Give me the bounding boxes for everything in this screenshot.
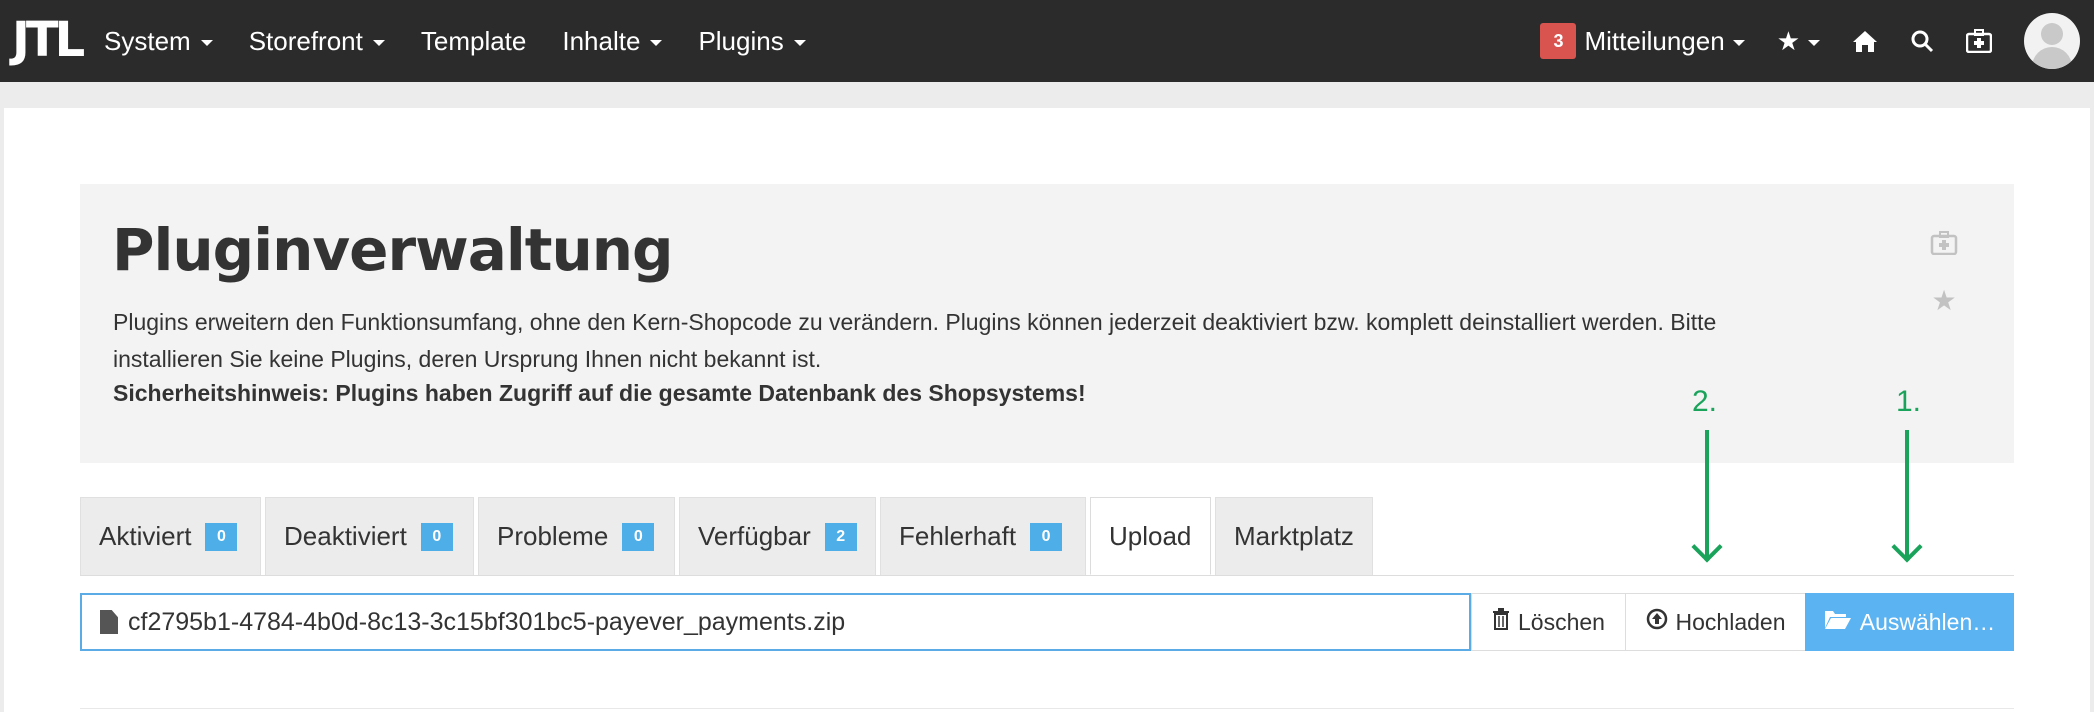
tab-label: Verfügbar: [698, 521, 811, 551]
annotation-step-2: 2.: [1692, 385, 1718, 418]
trash-icon: [1492, 608, 1510, 636]
chevron-down-icon: [1808, 39, 1820, 46]
tab-label: Upload: [1109, 520, 1192, 551]
select-file-button[interactable]: Auswählen…: [1805, 593, 2014, 651]
chevron-down-icon: [1732, 39, 1745, 46]
star-icon[interactable]: ★: [1931, 284, 1956, 317]
tab-aktiviert[interactable]: Aktiviert 0: [80, 497, 261, 575]
annotation-step-1: 1.: [1896, 385, 1922, 418]
home-icon[interactable]: [1852, 29, 1878, 53]
main-menu: System Storefront Template Inhalte Plugi…: [104, 0, 806, 82]
menu-template[interactable]: Template: [421, 26, 527, 57]
chevron-down-icon: [372, 39, 385, 46]
menu-template-label: Template: [420, 25, 527, 56]
page-description: Plugins erweitern den Funktionsumfang, o…: [113, 309, 1717, 372]
menu-inhalte-label: Inhalte: [562, 25, 641, 56]
menu-system-label: System: [104, 25, 191, 56]
file-icon: [100, 610, 118, 634]
tab-count-badge: 0: [420, 522, 453, 551]
notifications-menu[interactable]: 3 Mitteilungen: [1540, 23, 1745, 59]
menu-inhalte[interactable]: Inhalte: [562, 25, 663, 57]
content-divider: [80, 708, 2014, 709]
header-actions: ★: [1930, 230, 1958, 317]
nav-right: 3 Mitteilungen ★: [1540, 0, 2080, 82]
menu-storefront[interactable]: Storefront: [249, 26, 385, 57]
select-file-button-label: Auswählen…: [1859, 608, 1996, 635]
tab-count-badge: 0: [205, 522, 238, 551]
tab-label: Marktplatz: [1234, 521, 1354, 551]
security-warning: Sicherheitshinweis: Plugins haben Zugrif…: [113, 380, 1086, 406]
first-aid-icon[interactable]: [1930, 230, 1958, 262]
star-icon: ★: [1776, 25, 1800, 56]
upload-button-label: Hochladen: [1675, 608, 1786, 635]
avatar-head: [2041, 23, 2063, 45]
tab-marktplatz[interactable]: Marktplatz: [1215, 497, 1373, 575]
delete-button-label: Löschen: [1518, 608, 1605, 635]
avatar-shoulders: [2032, 47, 2072, 69]
tabs-divider: [80, 575, 2014, 576]
upload-button[interactable]: Hochladen: [1625, 593, 1806, 651]
chevron-down-icon: [200, 39, 213, 46]
page-title: Pluginverwaltung: [112, 216, 674, 284]
tab-count-badge: 0: [1030, 522, 1063, 551]
menu-plugins-label: Plugins: [698, 25, 784, 56]
search-icon[interactable]: [1910, 29, 1934, 53]
tab-label: Deaktiviert: [284, 521, 407, 551]
tab-label: Fehlerhaft: [899, 521, 1017, 551]
tab-label: Probleme: [497, 521, 609, 551]
tab-fehlerhaft[interactable]: Fehlerhaft 0: [880, 497, 1086, 575]
selected-file-name: cf2795b1-4784-4b0d-8c13-3c15bf301bc5-pay…: [128, 607, 846, 636]
jtl-logo[interactable]: JTL: [12, 12, 85, 68]
menu-plugins[interactable]: Plugins: [698, 25, 806, 57]
menu-storefront-label: Storefront: [248, 25, 363, 56]
tab-probleme[interactable]: Probleme 0: [478, 497, 675, 575]
file-name-field[interactable]: cf2795b1-4784-4b0d-8c13-3c15bf301bc5-pay…: [80, 593, 1471, 651]
notifications-count-badge: 3: [1540, 23, 1577, 59]
favorites-menu[interactable]: ★: [1777, 26, 1820, 57]
chevron-down-icon: [793, 39, 806, 46]
tab-count-badge: 0: [622, 522, 655, 551]
tab-count-badge: 2: [824, 522, 857, 551]
menu-system[interactable]: System: [104, 26, 213, 57]
tab-deaktiviert[interactable]: Deaktiviert 0: [265, 497, 474, 575]
folder-open-icon: [1824, 608, 1852, 636]
tab-verfuegbar[interactable]: Verfügbar 2: [679, 497, 876, 575]
chevron-down-icon: [650, 39, 663, 46]
tab-label: Aktiviert: [99, 521, 192, 551]
notifications-label: Mitteilungen: [1584, 25, 1725, 56]
tab-upload[interactable]: Upload: [1090, 497, 1211, 575]
upload-circle-icon: [1646, 608, 1668, 636]
first-aid-icon[interactable]: [1966, 29, 1992, 53]
plugin-tabs: Aktiviert 0 Deaktiviert 0 Probleme 0 Verfüg…: [80, 497, 1373, 575]
top-navbar: JTL System Storefront Template Inhalte P…: [0, 0, 2094, 82]
delete-button[interactable]: Löschen: [1471, 593, 1626, 651]
avatar[interactable]: [2024, 13, 2080, 69]
